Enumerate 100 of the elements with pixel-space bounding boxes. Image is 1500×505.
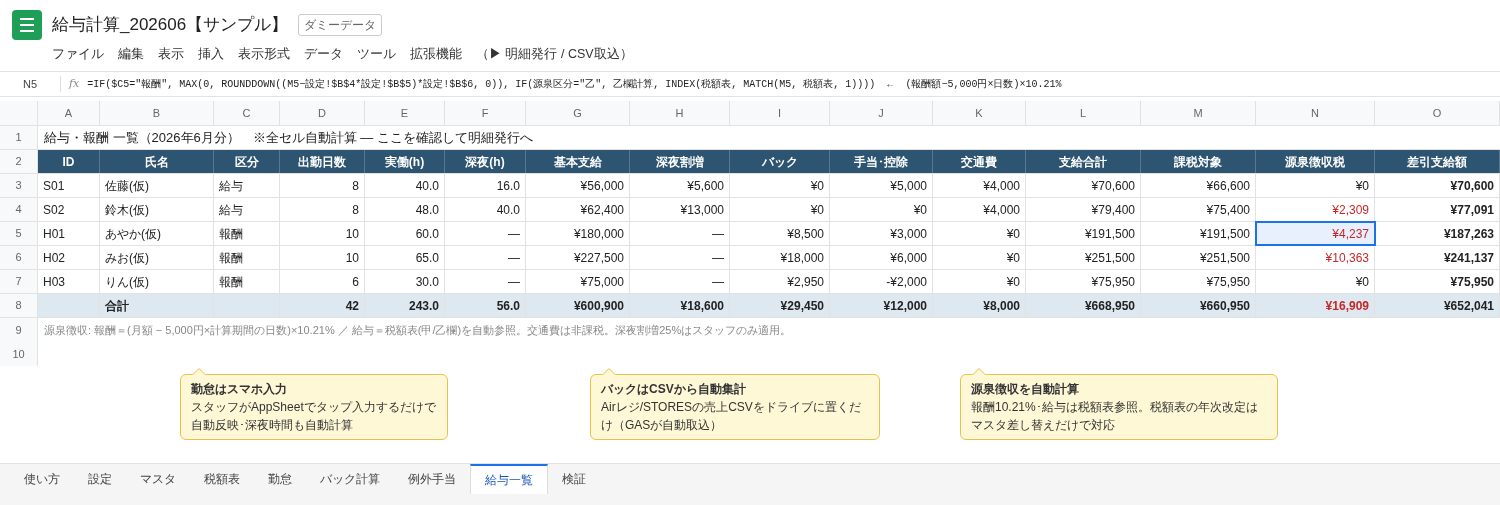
column-header-cell: バック — [730, 150, 830, 173]
fx-label: fx — [69, 75, 80, 92]
sheet-tab[interactable]: 設定 — [74, 464, 126, 494]
table-cell: ¥251,500 — [1141, 246, 1256, 269]
table-cell: ¥2,950 — [730, 270, 830, 293]
table-cell: 40.0 — [365, 174, 445, 197]
table-cell: S01 — [38, 174, 100, 197]
table-cell: ¥70,600 — [1375, 174, 1500, 197]
table-cell: ¥75,950 — [1141, 270, 1256, 293]
table-cell: ¥4,000 — [933, 198, 1026, 221]
document-title: 給与計算_202606【サンプル】 — [52, 14, 289, 37]
table-cell: ¥5,600 — [630, 174, 730, 197]
table-cell: ¥29,450 — [730, 294, 830, 317]
column-letter: N — [1256, 101, 1375, 125]
table-cell: ¥56,000 — [526, 174, 630, 197]
sheet-tab[interactable]: 給与一覧 — [470, 464, 548, 494]
table-cell: ¥10,363 — [1256, 246, 1375, 269]
row-number: 5 — [0, 222, 38, 245]
column-header-cell: 支給合計 — [1026, 150, 1141, 173]
menu-item[interactable]: （▶ 明細発行 / CSV取込） — [476, 44, 633, 64]
table-cell: 給与 — [214, 198, 280, 221]
table-cell: ¥8,500 — [730, 222, 830, 245]
menu-item[interactable]: 拡張機能 — [410, 44, 462, 64]
row-number: 7 — [0, 270, 38, 293]
sheet-tab[interactable]: 使い方 — [10, 464, 74, 494]
table-cell: ¥660,950 — [1141, 294, 1256, 317]
column-letter: H — [630, 101, 730, 125]
menu-item[interactable]: データ — [304, 44, 343, 64]
menu-item[interactable]: 表示形式 — [238, 44, 290, 64]
menu-item[interactable]: ファイル — [52, 44, 104, 64]
sheet-tab[interactable]: 勤怠 — [254, 464, 306, 494]
row-number: 4 — [0, 198, 38, 221]
column-header-cell: 基本支給 — [526, 150, 630, 173]
sheet-tab[interactable]: 検証 — [548, 464, 600, 494]
table-cell: 42 — [280, 294, 365, 317]
table-cell: ¥18,000 — [730, 246, 830, 269]
menu-item[interactable]: ツール — [357, 44, 396, 64]
table-cell: ¥77,091 — [1375, 198, 1500, 221]
table-cell: ¥75,950 — [1026, 270, 1141, 293]
column-letter: L — [1026, 101, 1141, 125]
table-cell: ¥6,000 — [830, 246, 933, 269]
table-cell: 56.0 — [445, 294, 526, 317]
column-header-cell: 課税対象 — [1141, 150, 1256, 173]
dummy-data-badge: ダミーデータ — [298, 14, 383, 36]
table-cell: ¥187,263 — [1375, 222, 1500, 245]
table-cell: 16.0 — [445, 174, 526, 197]
table-cell: ¥12,000 — [830, 294, 933, 317]
table-cell: ¥668,950 — [1026, 294, 1141, 317]
sheet-tab[interactable]: 例外手当 — [394, 464, 470, 494]
table-cell: 30.0 — [365, 270, 445, 293]
table-cell: ¥3,000 — [830, 222, 933, 245]
table-cell: 報酬 — [214, 270, 280, 293]
sheet-tab[interactable]: マスタ — [126, 464, 190, 494]
table-cell: 合計 — [100, 294, 214, 317]
app-logo-icon — [12, 10, 42, 40]
table-cell: ¥191,500 — [1026, 222, 1141, 245]
table-cell: りん(仮) — [100, 270, 214, 293]
table-cell: ¥75,400 — [1141, 198, 1256, 221]
formula-field[interactable]: =IF($C5="報酬", MAX(0, ROUNDDOWN((M5−設定!$B$4*設定!$B$5)*設定!$B$6, 0)), IF(源泉区分="乙", 乙欄計算, INDEX(税額表, MATCH(M5, 税額表, 1)))) ← (報酬額−5,000円×日数)×10.21% — [87, 76, 1062, 92]
column-letter: F — [445, 101, 526, 125]
callout-text: 報酬10.21%･給与は税額表参照。税額表の年次改定はマスタ差し替えだけで対応 — [971, 399, 1259, 434]
table-cell: ¥16,909 — [1256, 294, 1375, 317]
table-cell: H02 — [38, 246, 100, 269]
callout-title: バックはCSVから自動集計 — [601, 381, 747, 398]
table-cell: ¥75,950 — [1375, 270, 1500, 293]
sheet-tab[interactable]: バック計算 — [306, 464, 394, 494]
menu-item[interactable]: 編集 — [118, 44, 144, 64]
column-header-cell: 交通費 — [933, 150, 1026, 173]
table-cell: 給与 — [214, 174, 280, 197]
table-cell: ¥13,000 — [630, 198, 730, 221]
table-cell: ¥8,000 — [933, 294, 1026, 317]
table-cell: ¥251,500 — [1026, 246, 1141, 269]
callout-text: スタッフがAppSheetでタップ入力するだけで自動反映･深夜時間も自動計算 — [191, 399, 437, 434]
table-cell: 報酬 — [214, 222, 280, 245]
row-number: 2 — [0, 150, 38, 173]
table-cell: ¥241,137 — [1375, 246, 1500, 269]
column-letter: J — [830, 101, 933, 125]
table-cell: — — [445, 246, 526, 269]
table-cell: — — [445, 222, 526, 245]
table-cell: 40.0 — [445, 198, 526, 221]
callout-text: Airレジ/STORESの売上CSVをドライブに置くだけ（GASが自動取込） — [601, 399, 862, 434]
table-cell: 60.0 — [365, 222, 445, 245]
row-number: 6 — [0, 246, 38, 269]
table-cell: ¥0 — [933, 222, 1026, 245]
column-header-cell: 実働(h) — [365, 150, 445, 173]
table-cell: -¥2,000 — [830, 270, 933, 293]
table-cell: ¥0 — [1256, 270, 1375, 293]
menu-item[interactable]: 挿入 — [198, 44, 224, 64]
table-cell: 243.0 — [365, 294, 445, 317]
menu-item[interactable]: 表示 — [158, 44, 184, 64]
sheet-tab[interactable]: 税額表 — [190, 464, 254, 494]
table-cell: ¥62,400 — [526, 198, 630, 221]
table-cell: ¥652,041 — [1375, 294, 1500, 317]
row-number: 3 — [0, 174, 38, 197]
sheet-title: 給与・報酬 一覧（2026年6月分） ※全セル自動計算 — ここを確認して明細発行へ — [43, 128, 534, 147]
column-letter: E — [365, 101, 445, 125]
column-letter: O — [1375, 101, 1500, 125]
table-cell: ¥75,000 — [526, 270, 630, 293]
table-cell: ¥79,400 — [1026, 198, 1141, 221]
cell-reference[interactable]: N5 — [0, 75, 60, 93]
